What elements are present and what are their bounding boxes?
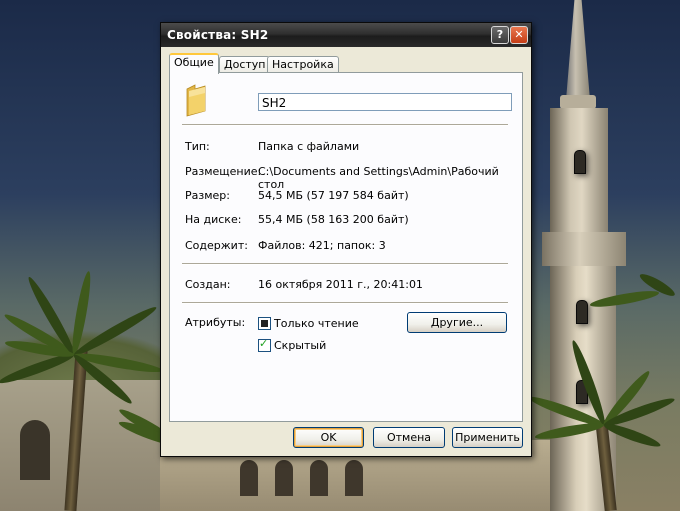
contains-value: Файлов: 421; папок: 3 xyxy=(258,239,386,252)
folder-icon xyxy=(186,84,206,117)
apply-button[interactable]: Применить xyxy=(452,427,523,448)
general-tab-panel: SH2 Тип: Папка с файлами Размещение: C:\… xyxy=(169,72,523,422)
advanced-attributes-button[interactable]: Другие... xyxy=(407,312,507,333)
ok-button[interactable]: OK xyxy=(293,427,364,448)
hidden-checkbox[interactable] xyxy=(258,337,271,352)
created-label: Создан: xyxy=(185,278,231,291)
type-value: Папка с файлами xyxy=(258,140,360,153)
created-value: 16 октября 2011 г., 20:41:01 xyxy=(258,278,423,291)
size-label: Размер: xyxy=(185,189,230,202)
contains-label: Содержит: xyxy=(185,239,248,252)
type-label: Тип: xyxy=(185,140,210,153)
separator xyxy=(182,263,508,265)
size-on-disk-value: 55,4 МБ (58 163 200 байт) xyxy=(258,213,409,226)
window-title: Свойства: SH2 xyxy=(167,28,269,42)
title-bar[interactable]: Свойства: SH2 ? ✕ xyxy=(161,23,531,47)
size-on-disk-label: На диске: xyxy=(185,213,242,226)
separator xyxy=(182,124,508,126)
wallpaper-arch xyxy=(240,460,258,496)
wallpaper-arch xyxy=(275,460,293,496)
cancel-button[interactable]: Отмена xyxy=(373,427,445,448)
close-button[interactable]: ✕ xyxy=(510,26,528,44)
hidden-label[interactable]: Скрытый xyxy=(274,339,326,352)
location-label: Размещение: xyxy=(185,165,262,178)
read-only-checkbox[interactable] xyxy=(258,317,271,330)
separator xyxy=(182,302,508,304)
help-button[interactable]: ? xyxy=(491,26,509,44)
tab-general[interactable]: Общие xyxy=(169,53,219,74)
size-value: 54,5 МБ (57 197 584 байт) xyxy=(258,189,409,202)
wallpaper-arch xyxy=(310,460,328,496)
location-value: C:\Documents and Settings\Admin\Рабочий … xyxy=(258,165,499,191)
tab-customize[interactable]: Настройка xyxy=(267,56,339,73)
folder-name-field[interactable]: SH2 xyxy=(258,93,512,111)
attributes-label: Атрибуты: xyxy=(185,316,246,329)
read-only-label[interactable]: Только чтение xyxy=(274,317,359,330)
properties-dialog: Свойства: SH2 ? ✕ Общие Доступ Настройка… xyxy=(160,22,532,457)
tab-sharing[interactable]: Доступ xyxy=(219,56,271,73)
wallpaper-arch xyxy=(345,460,363,496)
